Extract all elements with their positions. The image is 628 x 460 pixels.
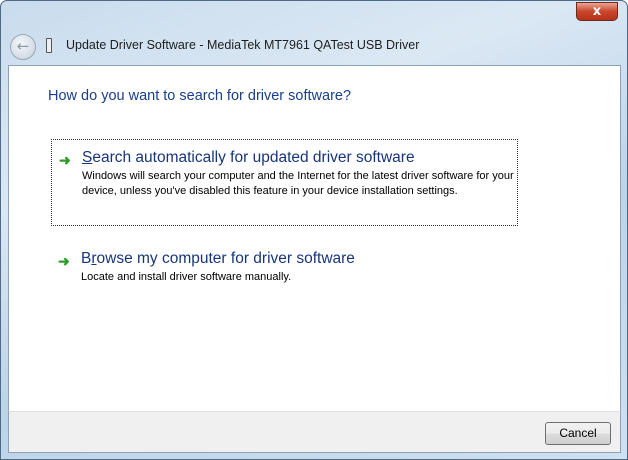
browse-computer-option[interactable]: ➜ Browse my computer for driver software… (51, 241, 518, 291)
option-description: Windows will search your computer and th… (82, 170, 514, 197)
dialog-footer: Cancel (8, 411, 621, 453)
green-arrow-icon: ➜ (59, 152, 71, 168)
option-title: Browse my computer for driver software (81, 250, 355, 267)
page-heading: How do you want to search for driver sof… (48, 88, 352, 104)
dialog-window: x ← Update Driver Software - MediaTek MT… (0, 0, 628, 460)
cancel-button[interactable]: Cancel (545, 422, 611, 445)
option-title: Search automatically for updated driver … (82, 149, 415, 166)
green-arrow-icon: ➜ (58, 253, 70, 269)
search-automatically-option[interactable]: ➜ Search automatically for updated drive… (51, 139, 518, 226)
back-button[interactable]: ← (10, 34, 36, 60)
close-icon: x (592, 4, 602, 19)
option-description: Locate and install driver software manua… (81, 271, 292, 283)
back-arrow-icon: ← (16, 37, 30, 55)
close-button[interactable]: x (576, 2, 618, 21)
content-panel: How do you want to search for driver sof… (8, 65, 621, 411)
window-title: Update Driver Software - MediaTek MT7961… (66, 38, 420, 52)
usb-device-icon (46, 38, 52, 53)
